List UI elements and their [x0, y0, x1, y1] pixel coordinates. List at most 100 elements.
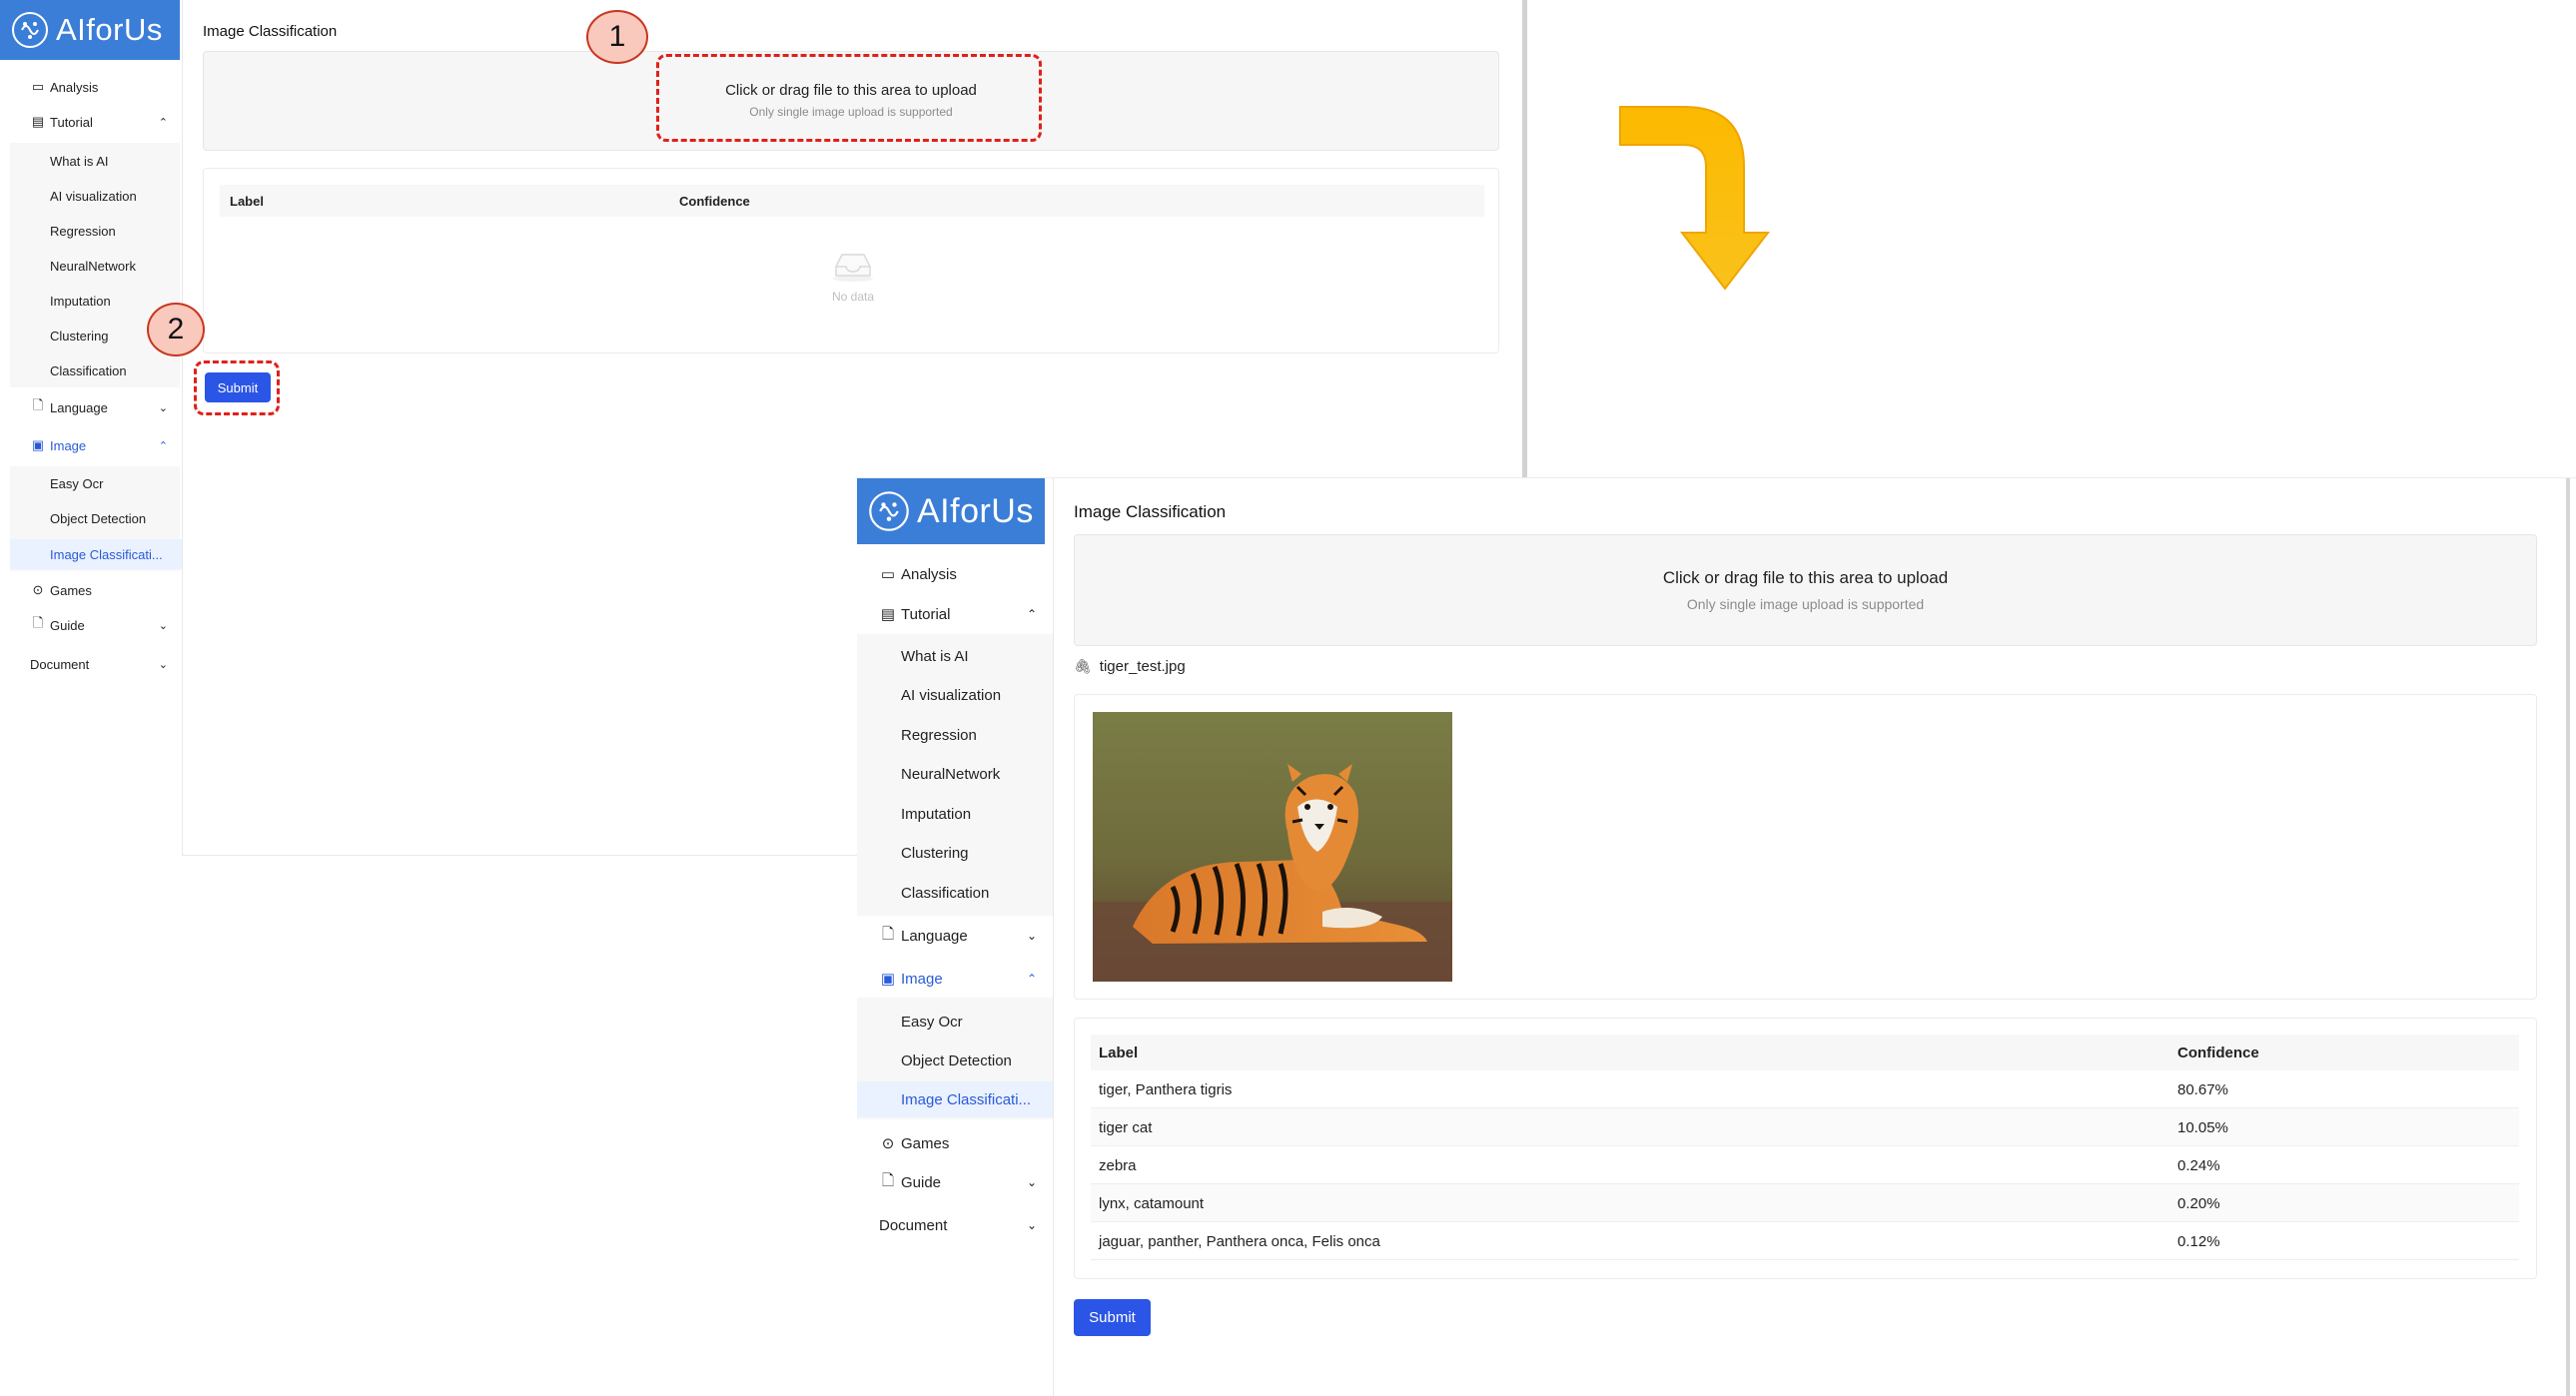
brand-logo[interactable]: AIforUs	[0, 0, 180, 60]
cell-label: jaguar, panther, Panthera onca, Felis on…	[1099, 1233, 1380, 1250]
cell-confidence: 0.24%	[2177, 1157, 2220, 1174]
sidebar-item-label: AI visualization	[50, 188, 137, 204]
sidebar-item-object-detection[interactable]: Object Detection	[857, 1048, 1053, 1072]
sidebar-item-label: What is AI	[50, 153, 109, 169]
sidebar-item-language[interactable]: 🗋 Language ⌄	[0, 396, 182, 418]
sidebar-item-label: NeuralNetwork	[901, 765, 1001, 783]
page-title: Image Classification	[1074, 502, 1227, 521]
scrollbar[interactable]	[2566, 478, 2570, 1396]
sidebar-item-document[interactable]: Document ⌄	[857, 1213, 1053, 1237]
sidebar-item-label: Imputation	[901, 805, 972, 823]
step-badge-2: 2	[147, 303, 205, 356]
sidebar-item-games[interactable]: ⊙ Games	[0, 579, 182, 601]
sidebar-item-ai-visualization[interactable]: AI visualization	[857, 683, 1053, 707]
upload-dropzone[interactable]: Click or drag file to this area to uploa…	[1074, 534, 2537, 646]
cell-label: tiger cat	[1099, 1119, 1153, 1136]
cell-confidence: 0.20%	[2177, 1195, 2220, 1212]
sidebar-item-classification[interactable]: Classification	[857, 881, 1053, 905]
submit-highlight	[194, 360, 280, 415]
chevron-down-icon: ⌄	[158, 619, 168, 632]
sidebar-item-regression[interactable]: Regression	[857, 723, 1053, 747]
brand-name: AIforUs	[917, 491, 1034, 530]
sidebar-item-tutorial[interactable]: ▤ Tutorial ⌃	[857, 602, 1053, 626]
image-preview-card	[1074, 694, 2537, 1000]
sidebar-item-classification[interactable]: Classification	[0, 359, 182, 381]
sidebar-item-analysis[interactable]: ▭ Analysis	[0, 76, 182, 98]
sidebar-item-label: Regression	[50, 223, 116, 239]
sidebar-item-label: Document	[879, 1216, 948, 1234]
results-card: Label Confidence No data	[203, 168, 1499, 353]
sidebar-item-clustering[interactable]: Clustering	[857, 841, 1053, 865]
scrollbar[interactable]	[1522, 0, 1527, 479]
sidebar-item-label: What is AI	[901, 647, 969, 665]
sidebar-item-image-classification[interactable]: Image Classificati...	[10, 539, 182, 569]
table-row[interactable]: tiger, Panthera tigris 80.67%	[1091, 1070, 2519, 1108]
sidebar-item-label: Image Classificati...	[50, 546, 163, 562]
table-row[interactable]: jaguar, panther, Panthera onca, Felis on…	[1091, 1222, 2519, 1260]
sidebar-item-label: Object Detection	[901, 1051, 1012, 1069]
chevron-down-icon: ⌄	[1026, 929, 1037, 943]
table-header: Label Confidence	[220, 185, 1484, 217]
transition-arrow-icon	[1619, 106, 1771, 291]
chevron-down-icon: ⌄	[158, 401, 168, 414]
sidebar: AIforUs ▭ Analysis ▤ Tutorial ⌃ What is …	[0, 0, 182, 859]
sidebar-item-ai-visualization[interactable]: AI visualization	[0, 185, 182, 207]
sidebar-item-regression[interactable]: Regression	[0, 220, 182, 242]
chevron-up-icon: ⌃	[158, 116, 168, 129]
sidebar-item-neuralnetwork[interactable]: NeuralNetwork	[857, 762, 1053, 786]
sidebar-item-label: Image Classificati...	[901, 1090, 1032, 1108]
chevron-down-icon: ⌄	[158, 658, 168, 671]
sidebar-item-label: Regression	[901, 726, 977, 744]
sidebar-item-image[interactable]: ▣ Image ⌃	[0, 434, 182, 456]
submit-button[interactable]: Submit	[1074, 1299, 1151, 1336]
column-header-confidence: Confidence	[679, 194, 750, 209]
sidebar-item-guide[interactable]: 🗋 Guide ⌄	[857, 1170, 1053, 1194]
sidebar-item-label: Image	[901, 970, 943, 988]
sidebar-item-imputation[interactable]: Imputation	[0, 290, 182, 312]
play-circle-icon: ⊙	[881, 1135, 895, 1152]
sidebar-item-label: Classification	[901, 884, 990, 902]
sidebar-item-tutorial[interactable]: ▤ Tutorial ⌃	[0, 111, 182, 133]
chevron-down-icon: ⌄	[1026, 1218, 1037, 1232]
table-row[interactable]: zebra 0.24%	[1091, 1146, 2519, 1184]
upload-highlight	[656, 54, 1042, 142]
after-screenshot: AIforUs ▭ Analysis ▤ Tutorial ⌃ What is …	[857, 477, 2576, 1396]
file-icon: 🗋	[32, 615, 44, 630]
table-row[interactable]: lynx, catamount 0.20%	[1091, 1184, 2519, 1222]
sidebar-item-label: Document	[30, 656, 90, 672]
sidebar-item-label: Easy Ocr	[50, 475, 104, 491]
sidebar-item-games[interactable]: ⊙ Games	[857, 1131, 1053, 1155]
sidebar-item-language[interactable]: 🗋 Language ⌄	[857, 924, 1053, 948]
table-header: Label Confidence	[1091, 1035, 2519, 1070]
chevron-up-icon: ⌃	[1026, 607, 1037, 621]
sidebar-item-label: Analysis	[901, 565, 957, 583]
sidebar-item-guide[interactable]: 🗋 Guide ⌄	[0, 614, 182, 636]
sidebar-item-label: Language	[50, 399, 108, 415]
sidebar-item-neuralnetwork[interactable]: NeuralNetwork	[0, 255, 182, 277]
empty-state: No data	[803, 249, 903, 304]
file-icon: 🗋	[32, 397, 44, 412]
sidebar-item-image-classification[interactable]: Image Classificati...	[857, 1081, 1053, 1117]
sidebar-item-what-is-ai[interactable]: What is AI	[857, 644, 1053, 668]
sidebar-item-easy-ocr[interactable]: Easy Ocr	[857, 1010, 1053, 1034]
column-header-label: Label	[1099, 1045, 1139, 1061]
cell-confidence: 10.05%	[2177, 1119, 2228, 1136]
sidebar-item-analysis[interactable]: ▭ Analysis	[857, 562, 1053, 586]
uploaded-file-item[interactable]: 🖇 tiger_test.jpg	[1074, 656, 1186, 676]
sidebar-item-image[interactable]: ▣ Image ⌃	[857, 967, 1053, 991]
brand-logo[interactable]: AIforUs	[857, 478, 1045, 544]
table-row[interactable]: tiger cat 10.05%	[1091, 1108, 2519, 1146]
upload-main-text: Click or drag file to this area to uploa…	[1662, 568, 1949, 587]
sidebar-item-what-is-ai[interactable]: What is AI	[0, 150, 182, 172]
sidebar-item-object-detection[interactable]: Object Detection	[0, 507, 182, 529]
tiger-image	[1093, 712, 1452, 982]
chevron-up-icon: ⌃	[158, 439, 168, 452]
book-icon: ▤	[880, 606, 896, 623]
cell-confidence: 80.67%	[2177, 1081, 2228, 1098]
sidebar-item-label: Classification	[50, 362, 127, 378]
sidebar-item-easy-ocr[interactable]: Easy Ocr	[0, 472, 182, 494]
content-bottom-border	[182, 855, 881, 856]
sidebar-item-document[interactable]: Document ⌄	[0, 653, 182, 675]
sidebar-item-imputation[interactable]: Imputation	[857, 802, 1053, 826]
sidebar-item-label: Games	[901, 1134, 950, 1152]
